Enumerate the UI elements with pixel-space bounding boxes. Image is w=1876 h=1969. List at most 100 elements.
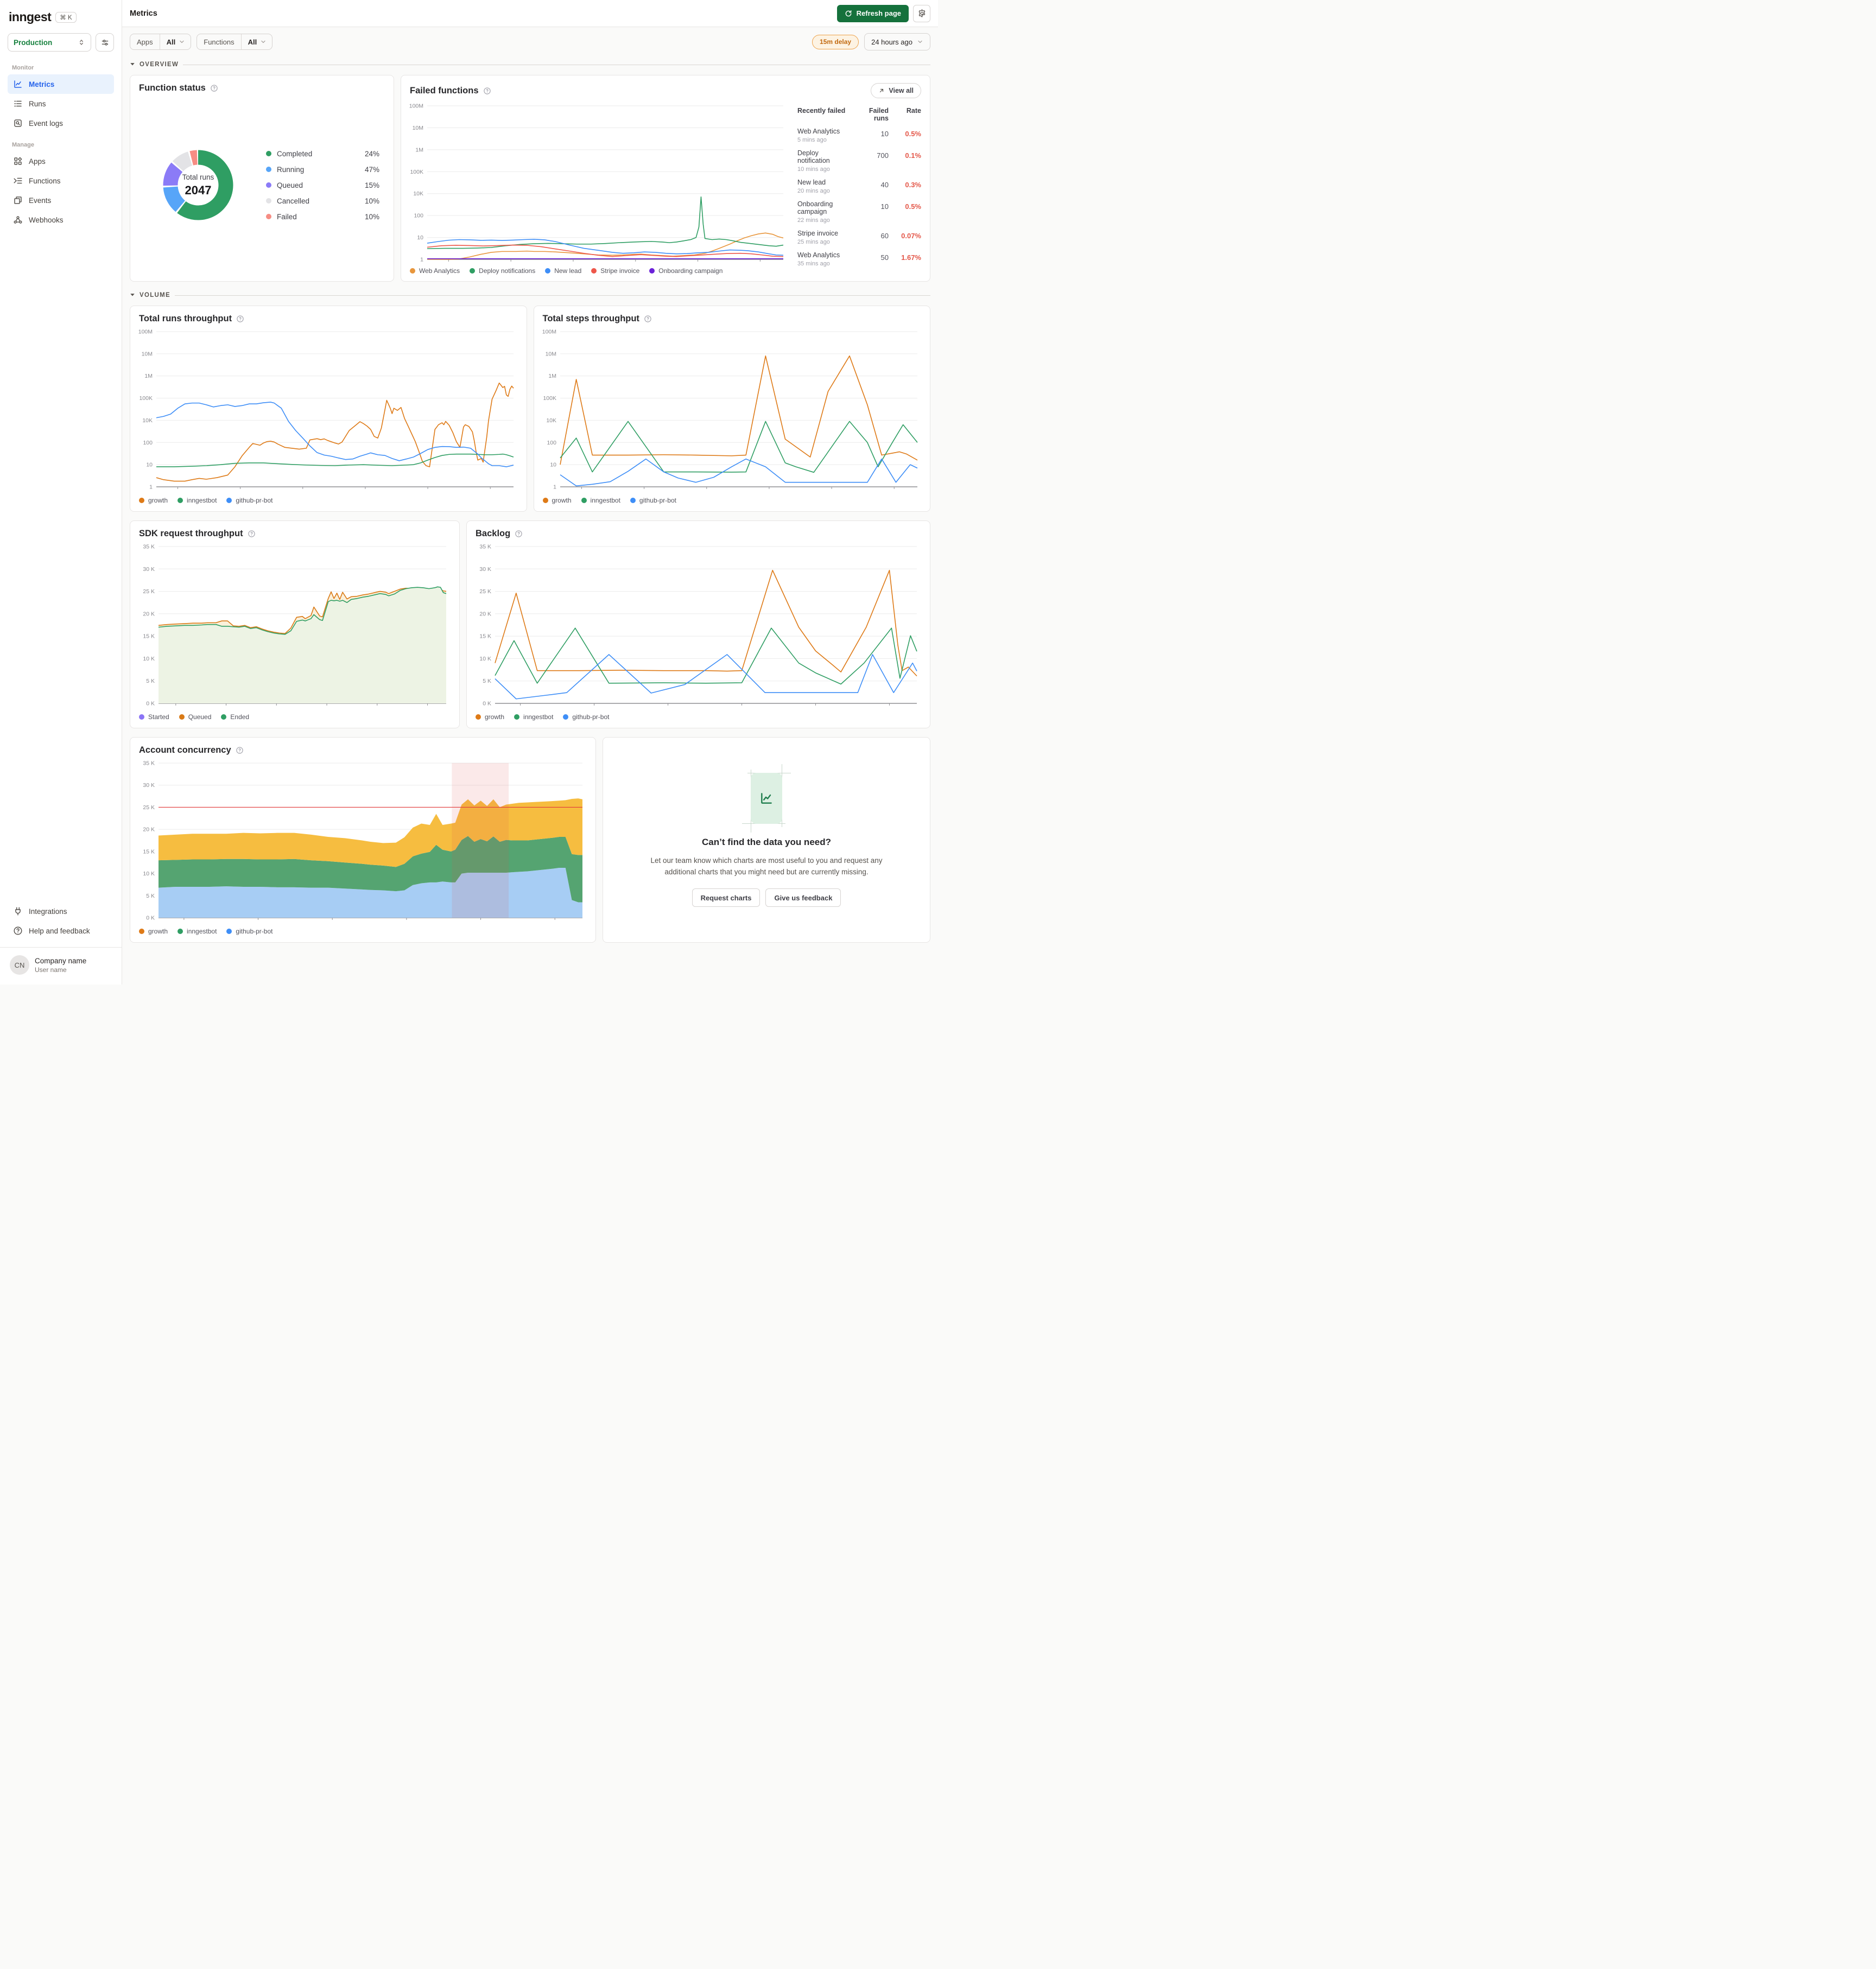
legend-label: New lead xyxy=(554,267,582,275)
svg-text:20 K: 20 K xyxy=(143,827,155,833)
legend-dot xyxy=(542,498,548,503)
legend-label: Web Analytics xyxy=(419,267,460,275)
function-status-donut: Total runs 2047 xyxy=(147,134,250,237)
apps-grid-icon xyxy=(13,156,23,166)
table-row[interactable]: Web Analytics 5 mins ago 10 0.5% xyxy=(797,128,921,143)
sidebar-item-integrations[interactable]: Integrations xyxy=(8,901,114,921)
legend-label: Deploy notifications xyxy=(479,267,536,275)
legend-dot xyxy=(649,268,655,274)
windows-icon xyxy=(13,195,23,205)
volume-section-toggle[interactable]: VOLUME xyxy=(130,290,930,300)
apps-filter-value: All xyxy=(166,37,176,46)
sidebar-item-event-logs[interactable]: Event logs xyxy=(8,113,114,133)
sidebar-item-runs[interactable]: Runs xyxy=(8,94,114,113)
legend-label: growth xyxy=(552,497,572,504)
manage-section-label: Manage xyxy=(12,142,34,148)
chevron-down-icon xyxy=(918,40,922,43)
help-circle-icon[interactable] xyxy=(483,87,491,95)
legend-item: Queued xyxy=(179,713,211,721)
failed-function-time: 25 mins ago xyxy=(797,239,830,245)
svg-text:100K: 100K xyxy=(410,169,423,175)
legend-dot xyxy=(139,498,144,503)
svg-text:5 K: 5 K xyxy=(483,678,491,684)
sidebar-item-metrics[interactable]: Metrics xyxy=(8,74,114,94)
failed-runs-count: 700 xyxy=(877,151,889,160)
failed-rate: 0.5% xyxy=(905,202,921,211)
svg-text:10: 10 xyxy=(146,462,153,468)
help-circle-icon[interactable] xyxy=(644,315,652,323)
time-range-value: 24 hours ago xyxy=(871,37,912,46)
table-row[interactable]: Web Analytics 35 mins ago 50 1.67% xyxy=(797,251,921,267)
request-charts-button[interactable]: Request charts xyxy=(692,888,760,907)
sidebar-item-webhooks[interactable]: Webhooks xyxy=(8,210,114,230)
svg-text:15 K: 15 K xyxy=(479,633,491,640)
arrow-up-right-icon xyxy=(880,88,884,93)
list-lines-icon xyxy=(13,99,23,109)
failed-rate: 1.67% xyxy=(901,253,921,262)
legend-value: 10% xyxy=(364,212,379,221)
sidebar-item-functions[interactable]: Functions xyxy=(8,171,114,190)
function-status-legend: Completed 24% Running 47% Queued 15% Cancelled… xyxy=(266,150,379,221)
help-circle-icon[interactable] xyxy=(210,84,218,92)
chart-line-icon xyxy=(761,792,772,804)
page-header: Metrics Refresh page xyxy=(122,0,938,27)
chevron-down-icon xyxy=(180,40,184,43)
sdk-request-chart: 35 K30 K25 K20 K15 K10 K5 K0 K18:00Jun 1… xyxy=(143,544,447,707)
chevron-down-icon xyxy=(261,40,265,43)
sidebar-item-events[interactable]: Events xyxy=(8,190,114,210)
give-feedback-button[interactable]: Give us feedback xyxy=(765,888,841,907)
feedback-title: Can’t find the data you need? xyxy=(701,836,831,847)
time-range-selector[interactable]: 24 hours ago xyxy=(864,33,930,50)
command-k-shortcut[interactable]: ⌘ K xyxy=(55,11,77,23)
help-circle-icon[interactable] xyxy=(236,315,244,323)
legend-dot xyxy=(139,714,144,720)
svg-text:20 K: 20 K xyxy=(143,611,155,617)
legend-dot xyxy=(226,498,232,503)
legend-item: inngestbot xyxy=(178,497,217,504)
help-circle-icon[interactable] xyxy=(236,746,244,754)
svg-text:10K: 10K xyxy=(546,417,556,424)
refresh-page-button[interactable]: Refresh page xyxy=(836,4,909,22)
legend-label: Started xyxy=(148,713,169,721)
updown-chevron-icon xyxy=(78,39,85,46)
svg-text:1: 1 xyxy=(149,484,153,491)
card-title: Account concurrency xyxy=(139,745,231,755)
sidebar-item-label: Functions xyxy=(29,176,61,185)
help-circle-icon[interactable] xyxy=(248,530,256,538)
account-switcher[interactable]: CN Company name User name xyxy=(8,954,114,976)
table-row[interactable]: New lead 20 mins ago 40 0.3% xyxy=(797,179,921,194)
table-row[interactable]: Onboarding campaign 22 mins ago 10 0.5% xyxy=(797,200,921,224)
page-title: Metrics xyxy=(130,9,157,18)
svg-text:20 K: 20 K xyxy=(479,611,491,617)
table-row[interactable]: Stripe invoice 25 mins ago 60 0.07% xyxy=(797,230,921,245)
backlog-legend: growth inngestbot github-pr-bot xyxy=(467,709,930,728)
failed-function-name: Web Analytics xyxy=(797,251,840,259)
legend-label: growth xyxy=(148,928,168,935)
backlog-card: Backlog 35 K30 K25 K20 K15 K10 K5 K0 K18… xyxy=(466,520,930,728)
view-all-button[interactable]: View all xyxy=(871,83,921,98)
apps-filter[interactable]: Apps All xyxy=(130,34,192,50)
sidebar-item-apps[interactable]: Apps xyxy=(8,151,114,171)
main-content: Metrics Refresh page Apps All Functions … xyxy=(122,0,938,984)
svg-text:35 K: 35 K xyxy=(143,760,155,767)
table-row[interactable]: Deploy notification 10 mins ago 700 0.1% xyxy=(797,149,921,173)
legend-label: github-pr-bot xyxy=(236,497,273,504)
legend-item: Failed 10% xyxy=(266,213,379,221)
legend-dot xyxy=(178,498,183,503)
overview-section-toggle[interactable]: OVERVIEW xyxy=(130,60,930,69)
sidebar-item-label: Runs xyxy=(29,99,46,108)
total-steps-legend: growth inngestbot github-pr-bot xyxy=(534,492,930,511)
environment-selector[interactable]: Production xyxy=(8,33,91,52)
legend-item: growth xyxy=(139,497,168,504)
user-name: User name xyxy=(35,966,67,974)
functions-filter[interactable]: Functions All xyxy=(197,34,273,50)
feedback-body: Let our team know which charts are most … xyxy=(650,856,883,876)
settings-button[interactable] xyxy=(913,4,930,22)
table-header: Rate xyxy=(906,107,921,115)
svg-text:100K: 100K xyxy=(139,395,153,402)
env-filter-button[interactable] xyxy=(96,33,114,52)
help-circle-icon[interactable] xyxy=(515,530,523,538)
svg-text:10 K: 10 K xyxy=(479,656,491,662)
legend-dot xyxy=(226,929,232,934)
sidebar-item-help[interactable]: Help and feedback xyxy=(8,921,114,941)
